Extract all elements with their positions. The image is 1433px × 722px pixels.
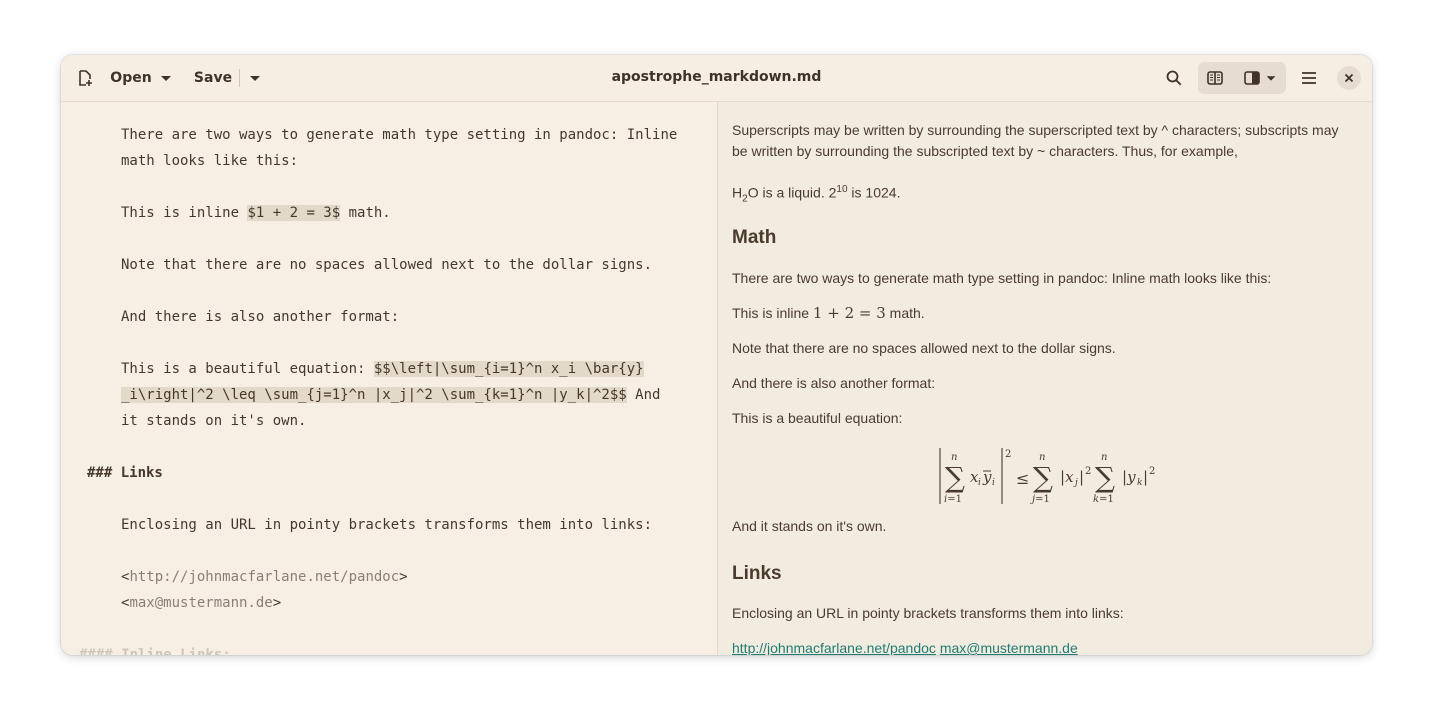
editor-url: http://johnmacfarlane.net/pandoc [129,569,400,585]
hamburger-menu-icon [1302,72,1316,84]
svg-text:j: j [1073,478,1078,488]
math-heading: Math [732,227,1352,248]
editor-line[interactable]: <http://johnmacfarlane.net/pandoc> [87,564,697,590]
pandoc-link[interactable]: http://johnmacfarlane.net/pandoc [732,640,936,655]
editor-heading-faded: #### Inline Links: [79,647,231,655]
svg-text:i: i [992,478,995,488]
chevron-down-icon [1266,76,1276,81]
inline-text-end: math. [885,305,925,321]
search-button[interactable] [1158,62,1190,94]
svg-text:∑: ∑ [1095,461,1115,494]
html-preview: Superscripts may be written by surroundi… [718,102,1372,655]
editor-line[interactable]: This is a beautiful equation: $$\left|\s… [87,356,697,382]
display-equation: n ∑ i=1 x i y i 2 ≤ n ∑ j=1 |x j | 2 n ∑… [939,448,1155,505]
editor-line[interactable] [87,330,697,356]
svg-text:|: | [1079,468,1084,486]
svg-text:j=1: j=1 [1030,494,1050,505]
highlighted-math: _i\right|^2 \leq \sum_{j=1}^n |x_j|^2 \s… [121,387,627,403]
editor-line[interactable]: There are two ways to generate math type… [87,122,697,148]
svg-text:∑: ∑ [945,461,965,494]
editor-line[interactable]: And there is also another format: [87,304,697,330]
preview-mode-button[interactable] [1237,62,1285,94]
editor-line-text: And there is also another format: [121,309,400,325]
editor-line[interactable]: math looks like this: [87,148,697,174]
preview-links: http://johnmacfarlane.net/pandoc max@mus… [732,638,1352,655]
close-button[interactable] [1337,66,1361,90]
preview-paragraph: H2O is a liquid. 210 is 1024. [732,179,1352,209]
preview-paragraph: Enclosing an URL in pointy brackets tran… [732,605,1124,621]
editor-line[interactable]: it stands on it's own. [87,408,697,434]
inline-math: 1 + 2 = 3 [812,304,886,322]
editor-line-text: This is a beautiful equation: [121,361,374,377]
sidebar-preview-icon [1244,71,1260,85]
editor-line-text: math looks like this: [121,153,299,169]
app-window: Open Save apostrophe_markdown.md There a… [61,55,1372,655]
editor-line[interactable]: _i\right|^2 \leq \sum_{j=1}^n |x_j|^2 \s… [87,382,697,408]
svg-text:|x: |x [1060,468,1074,486]
editor-line-text: And [626,387,661,403]
h2o-end: is 1024. [847,184,901,201]
svg-text:|y: |y [1122,468,1136,486]
editor-line-text: Enclosing an URL in pointy brackets tran… [121,517,653,533]
svg-text:k=1: k=1 [1093,494,1114,505]
links-heading: Links [732,563,1352,584]
editor-line[interactable] [87,538,697,564]
editor-line[interactable]: <max@mustermann.de> [87,590,697,616]
email-link[interactable]: max@mustermann.de [940,640,1078,655]
editor-line[interactable]: #### Inline Links: [79,642,697,655]
editor-line[interactable]: This is inline $1 + 2 = 3$ math. [87,200,697,226]
editor-line-text: This is inline [121,205,248,221]
editor-line[interactable] [87,278,697,304]
close-icon [1344,73,1354,83]
svg-text:2: 2 [1085,466,1091,477]
editor-text[interactable]: There are two ways to generate math type… [79,122,697,655]
editor-line-text: Note that there are no spaces allowed ne… [121,257,653,273]
preview-paragraph: And there is also another format: [732,375,936,391]
h2o-h: H [732,184,743,201]
editor-line-text: it stands on it's own. [121,413,307,429]
svg-text:k: k [1137,478,1142,488]
highlighted-math: $$\left|\sum_{i=1}^n x_i \bar{y} [373,361,644,377]
preview-paragraph: There are two ways to generate math type… [732,270,1272,286]
editor-heading: ### Links [87,465,163,481]
editor-line[interactable]: Note that there are no spaces allowed ne… [87,252,697,278]
highlighted-math: $1 + 2 = 3$ [247,205,341,221]
split-view-button[interactable] [1199,62,1231,94]
preview-paragraph: And it stands on it's own. [732,518,887,534]
split-view-icon [1207,71,1223,85]
svg-text:2: 2 [1149,466,1155,477]
math-heading-text: Math [732,227,777,248]
svg-text:∑: ∑ [1033,461,1053,494]
editor-line[interactable] [87,434,697,460]
search-icon [1166,70,1182,86]
editor-line[interactable]: ### Links [87,460,697,486]
editor-line-text: > [399,569,408,585]
markdown-editor[interactable]: There are two ways to generate math type… [61,102,717,655]
editor-line[interactable] [87,616,697,642]
editor-line-text: There are two ways to generate math type… [121,127,678,143]
preview-paragraph: This is inline 1 + 2 = 3 math. [732,303,1352,324]
preview-paragraph: Superscripts may be written by surroundi… [732,122,1339,159]
svg-text:2: 2 [1005,449,1011,460]
h2o-text: O is a liquid. 2 [747,184,837,201]
links-heading-text: Links [732,563,782,584]
editor-line[interactable]: Enclosing an URL in pointy brackets tran… [87,512,697,538]
header-bar: Open Save apostrophe_markdown.md [61,55,1372,102]
svg-text:i: i [978,478,981,488]
svg-text:|: | [1143,468,1148,486]
main-menu-button[interactable] [1293,62,1325,94]
editor-line[interactable] [87,226,697,252]
svg-text:i=1: i=1 [944,494,962,505]
editor-line[interactable] [87,174,697,200]
svg-text:≤: ≤ [1016,469,1029,488]
editor-line-text: math. [340,205,391,221]
superscript-exponent: 10 [836,184,848,195]
editor-url: max@mustermann.de [129,595,273,611]
editor-line-text: > [272,595,282,611]
preview-paragraph: This is a beautiful equation: [732,410,903,426]
inline-text: This is inline [732,305,813,321]
preview-paragraph: Note that there are no spaces allowed ne… [732,340,1116,356]
editor-line[interactable] [87,486,697,512]
